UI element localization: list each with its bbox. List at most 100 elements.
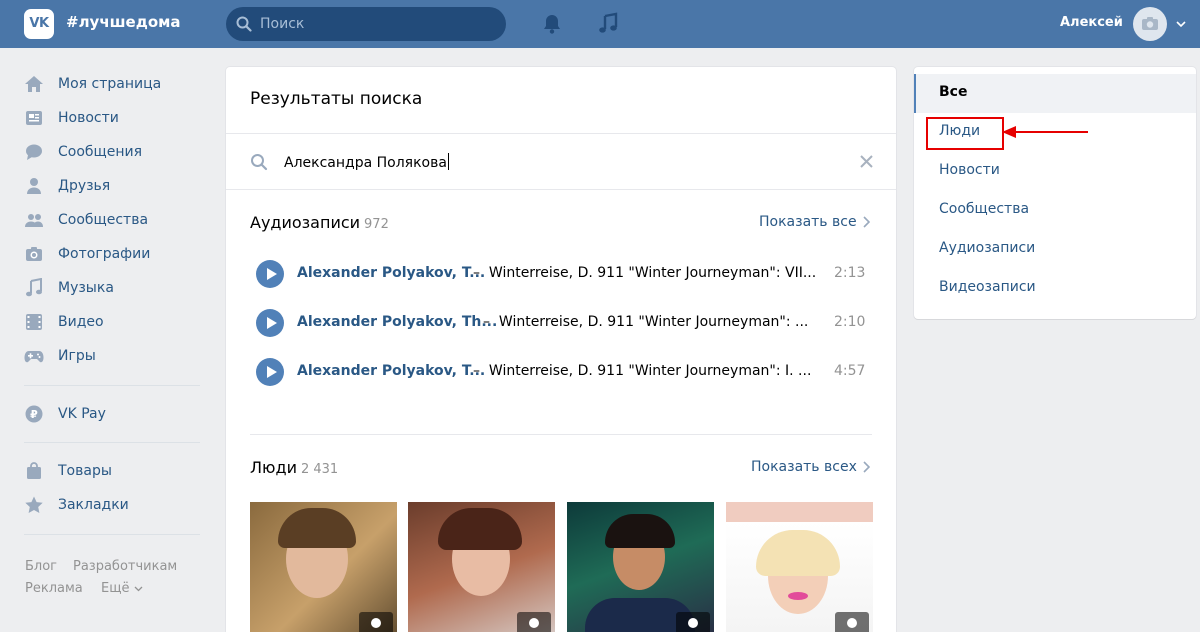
nav-label: VK Pay <box>58 406 106 422</box>
nav-video[interactable]: Видео <box>24 310 204 334</box>
play-icon[interactable] <box>256 309 284 337</box>
divider <box>226 133 896 134</box>
play-icon[interactable] <box>256 358 284 386</box>
nav-label: Сообщества <box>58 212 149 228</box>
filter-news[interactable]: Новости <box>914 152 1196 191</box>
nav-bookmarks[interactable]: Закладки <box>24 493 204 517</box>
audio-row[interactable]: Alexander Polyakov, T... – Winterreise, … <box>250 352 870 392</box>
person-photo[interactable] <box>408 502 555 632</box>
nav-vkpay[interactable]: ₽ VK Pay <box>24 402 204 426</box>
search-results-card: Результаты поиска Александра Полякова Ау… <box>226 67 896 632</box>
audio-duration: 2:13 <box>834 265 866 281</box>
person-photo[interactable] <box>567 502 714 632</box>
nav-label: Видео <box>58 314 104 330</box>
chevron-down-icon <box>134 586 143 592</box>
highlight-box <box>926 117 1004 150</box>
person-photo[interactable] <box>250 502 397 632</box>
nav-label: Моя страница <box>58 76 162 92</box>
chevron-down-icon[interactable] <box>1176 20 1186 28</box>
audio-title[interactable]: – Winterreise, D. 911 "Winter Journeyman… <box>473 363 811 379</box>
search-query-input[interactable]: Александра Полякова <box>284 153 449 171</box>
people-count: 2 431 <box>300 462 339 477</box>
people-section-title: Люди 2 431 <box>250 458 339 477</box>
audio-row[interactable]: Alexander Polyakov, Th... – Winterreise,… <box>250 303 870 343</box>
person-photo[interactable] <box>726 502 873 632</box>
people-show-all-link[interactable]: Показать всех <box>751 459 870 475</box>
messages-icon <box>26 144 42 160</box>
add-friend-icon[interactable] <box>835 612 869 632</box>
search-icon <box>251 154 268 171</box>
nav-divider <box>24 385 200 386</box>
bag-icon <box>27 462 41 479</box>
audio-row[interactable]: Alexander Polyakov, T... – Winterreise, … <box>250 254 870 294</box>
search-icon <box>236 16 252 32</box>
top-bar: VK #лучшедома Алексей <box>0 0 1200 48</box>
header-search-input[interactable] <box>260 7 496 41</box>
nav-label: Музыка <box>58 280 114 296</box>
star-icon <box>25 496 43 513</box>
music-note-icon <box>26 278 42 297</box>
play-icon[interactable] <box>256 260 284 288</box>
music-icon[interactable] <box>596 12 620 36</box>
gamepad-icon <box>24 351 44 363</box>
footer-link-ads[interactable]: Реклама <box>25 581 83 596</box>
add-friend-icon[interactable] <box>359 612 393 632</box>
vk-logo[interactable]: VK <box>24 9 54 39</box>
audio-show-all-link[interactable]: Показать все <box>759 214 870 230</box>
svg-text:₽: ₽ <box>30 408 38 421</box>
footer-link-more[interactable]: Ещё <box>101 581 143 596</box>
filter-groups[interactable]: Сообщества <box>914 191 1196 230</box>
groups-icon <box>25 214 43 227</box>
divider <box>226 189 896 190</box>
audio-duration: 2:10 <box>834 314 866 330</box>
audio-title[interactable]: – Winterreise, D. 911 "Winter Journeyman… <box>473 265 816 281</box>
nav-divider <box>24 534 200 535</box>
nav-label: Товары <box>58 463 112 479</box>
news-icon <box>26 111 42 125</box>
nav-groups[interactable]: Сообщества <box>24 208 204 232</box>
nav-photos[interactable]: Фотографии <box>24 242 204 266</box>
friends-icon <box>27 178 41 194</box>
header-search[interactable] <box>226 7 506 41</box>
vkpay-icon: ₽ <box>25 405 43 423</box>
brand-hashtag[interactable]: #лучшедома <box>66 13 181 31</box>
audio-artist[interactable]: Alexander Polyakov, T... <box>297 363 485 379</box>
user-name[interactable]: Алексей <box>1060 15 1123 30</box>
nav-goods[interactable]: Товары <box>24 459 204 483</box>
video-icon <box>26 314 42 330</box>
audio-artist[interactable]: Alexander Polyakov, Th... <box>297 314 497 330</box>
add-friend-icon[interactable] <box>676 612 710 632</box>
nav-label: Фотографии <box>58 246 151 262</box>
avatar[interactable] <box>1133 7 1167 41</box>
nav-games[interactable]: Игры <box>24 344 204 368</box>
camera-icon <box>26 247 42 261</box>
filter-all[interactable]: Все <box>914 74 1196 113</box>
close-icon[interactable] <box>860 155 873 168</box>
nav-label: Сообщения <box>58 144 143 160</box>
nav-label: Игры <box>58 348 96 364</box>
home-icon <box>25 76 43 92</box>
nav-label: Закладки <box>58 497 129 513</box>
footer-link-developers[interactable]: Разработчикам <box>73 559 177 574</box>
search-filter-menu: Все Люди Новости Сообщества Аудиозаписи … <box>914 67 1196 319</box>
bell-icon[interactable] <box>540 12 564 36</box>
filter-audio[interactable]: Аудиозаписи <box>914 230 1196 269</box>
divider <box>250 434 872 435</box>
nav-music[interactable]: Музыка <box>24 276 204 300</box>
filter-video[interactable]: Видеозаписи <box>914 269 1196 308</box>
nav-news[interactable]: Новости <box>24 106 204 130</box>
audio-artist[interactable]: Alexander Polyakov, T... <box>297 265 485 281</box>
chevron-right-icon <box>863 461 870 473</box>
add-friend-icon[interactable] <box>517 612 551 632</box>
nav-label: Друзья <box>58 178 111 194</box>
nav-messages[interactable]: Сообщения <box>24 140 204 164</box>
nav-divider <box>24 442 200 443</box>
footer-link-blog[interactable]: Блог <box>25 559 57 574</box>
nav-my-page[interactable]: Моя страница <box>24 72 204 96</box>
audio-count: 972 <box>364 217 389 232</box>
audio-title[interactable]: – Winterreise, D. 911 "Winter Journeyman… <box>483 314 808 330</box>
chevron-right-icon <box>863 216 870 228</box>
nav-friends[interactable]: Друзья <box>24 174 204 198</box>
nav-label: Новости <box>58 110 119 126</box>
audio-section-title: Аудиозаписи 972 <box>250 213 389 232</box>
